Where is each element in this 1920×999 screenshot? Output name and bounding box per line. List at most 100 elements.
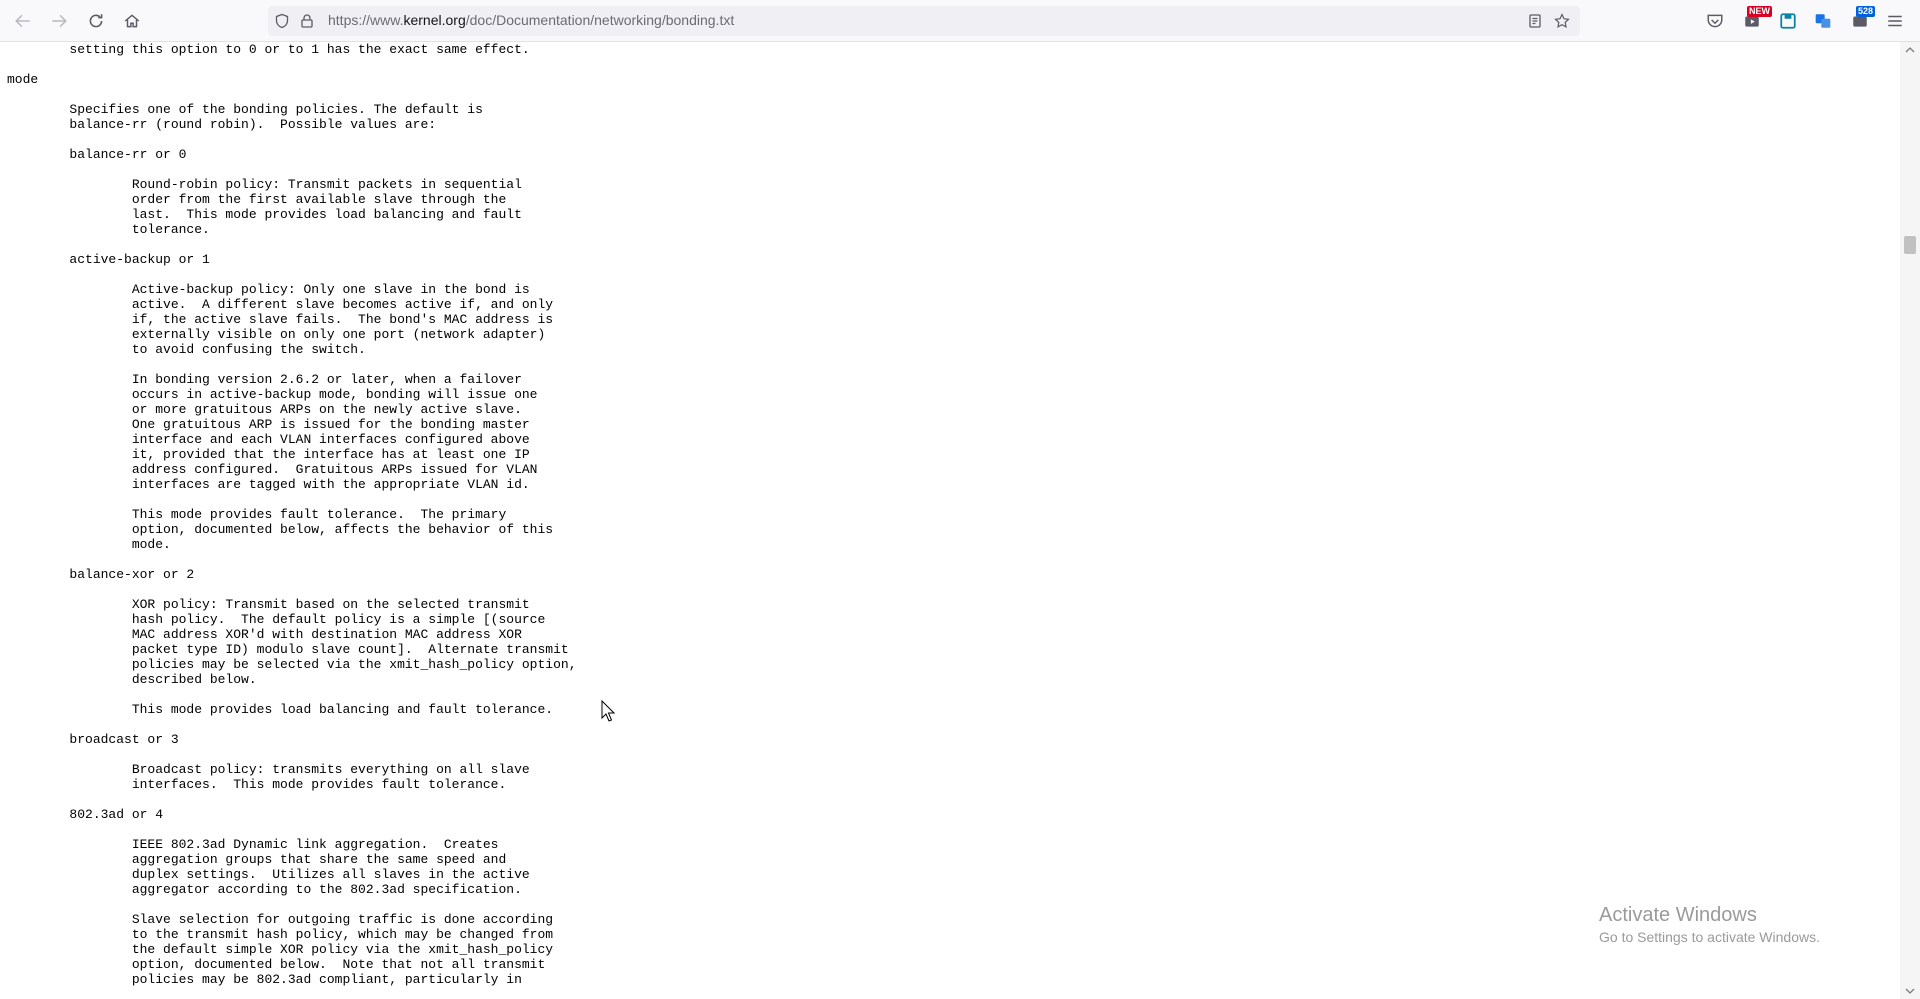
- document-line: [7, 267, 577, 282]
- url-bar[interactable]: https://www.kernel.org/doc/Documentation…: [268, 6, 1580, 36]
- document-line: [7, 792, 577, 807]
- mouse-pointer-icon: [601, 700, 615, 722]
- back-button[interactable]: [11, 9, 35, 33]
- document-line: [7, 237, 577, 252]
- arrow-right-icon: [52, 14, 67, 28]
- document-line: This mode provides fault tolerance. The …: [7, 507, 507, 522]
- browser-toolbar: https://www.kernel.org/doc/Documentation…: [0, 0, 1920, 42]
- document-line: Round-robin policy: Transmit packets in …: [7, 177, 522, 192]
- document-line: balance-rr or 0: [7, 147, 187, 162]
- document-line: policies may be selected via the xmit_ha…: [7, 657, 577, 672]
- count-badge: 528: [1856, 6, 1876, 17]
- extension-translate-button[interactable]: [1811, 9, 1835, 33]
- url-text[interactable]: https://www.kernel.org/doc/Documentation…: [328, 12, 734, 28]
- document-line: active-backup or 1: [7, 252, 210, 267]
- reload-icon: [89, 14, 103, 28]
- document-line: [7, 582, 577, 597]
- document-line: duplex settings. Utilizes all slaves in …: [7, 867, 530, 882]
- document-line: Slave selection for outgoing traffic is …: [7, 912, 554, 927]
- document-line: This mode provides load balancing and fa…: [7, 702, 554, 717]
- document-line: [7, 897, 577, 912]
- document-line: XOR policy: Transmit based on the select…: [7, 597, 530, 612]
- document-line: [7, 492, 577, 507]
- document-line: [7, 552, 577, 567]
- reader-view-icon[interactable]: [1526, 12, 1544, 30]
- pocket-icon: [1707, 14, 1723, 28]
- document-line: to avoid confusing the switch.: [7, 342, 366, 357]
- app-menu-button[interactable]: [1883, 9, 1907, 33]
- document-line: MAC address XOR'd with destination MAC a…: [7, 627, 522, 642]
- document-line: balance-rr (round robin). Possible value…: [7, 117, 437, 132]
- document-line: interfaces are tagged with the appropria…: [7, 477, 530, 492]
- document-line: occurs in active-backup mode, bonding wi…: [7, 387, 538, 402]
- document-line: aggregation groups that share the same s…: [7, 852, 507, 867]
- document-text: setting this option to 0 or to 1 has the…: [7, 42, 577, 987]
- document-line: Specifies one of the bonding policies. T…: [7, 102, 483, 117]
- document-line: hash policy. The default policy is a sim…: [7, 612, 546, 627]
- document-line: option, documented below, affects the be…: [7, 522, 554, 537]
- document-line: order from the first available slave thr…: [7, 192, 507, 207]
- extension-video-button[interactable]: NEW: [1740, 6, 1772, 33]
- document-line: interfaces. This mode provides fault tol…: [7, 777, 507, 792]
- document-line: policies may be 802.3ad compliant, parti…: [7, 972, 522, 987]
- document-line: [7, 357, 577, 372]
- page-content: setting this option to 0 or to 1 has the…: [0, 42, 1900, 999]
- document-line: to the transmit hash policy, which may b…: [7, 927, 554, 942]
- home-button[interactable]: [120, 9, 144, 33]
- save-extension-icon: [1780, 13, 1796, 29]
- lock-icon[interactable]: [298, 12, 316, 30]
- document-line: [7, 747, 577, 762]
- url-prefix: https://www.: [328, 12, 404, 28]
- document-line: packet type ID) modulo slave count]. Alt…: [7, 642, 569, 657]
- document-line: or more gratuitous ARPs on the newly act…: [7, 402, 522, 417]
- document-line: mode.: [7, 537, 171, 552]
- watermark-title: Activate Windows: [1599, 904, 1757, 926]
- document-line: interface and each VLAN interfaces confi…: [7, 432, 530, 447]
- document-line: active. A different slave becomes active…: [7, 297, 554, 312]
- activate-windows-watermark: Activate Windows Go to Settings to activ…: [1599, 903, 1820, 947]
- translate-extension-icon: [1815, 14, 1831, 28]
- document-line: [7, 822, 577, 837]
- document-line: the default simple XOR policy via the xm…: [7, 942, 554, 957]
- document-line: balance-xor or 2: [7, 567, 195, 582]
- document-line: [7, 132, 577, 147]
- vertical-scrollbar[interactable]: [1900, 42, 1920, 999]
- url-path: /doc/Documentation/networking/bonding.tx…: [465, 12, 735, 28]
- extension-save-button[interactable]: [1776, 9, 1800, 33]
- document-line: In bonding version 2.6.2 or later, when …: [7, 372, 522, 387]
- document-line: Active-backup policy: Only one slave in …: [7, 282, 530, 297]
- document-line: Broadcast policy: transmits everything o…: [7, 762, 530, 777]
- scroll-up-icon[interactable]: [1904, 44, 1916, 56]
- document-line: [7, 57, 577, 72]
- new-badge: NEW: [1747, 6, 1772, 17]
- document-line: [7, 717, 577, 732]
- tracking-shield-icon[interactable]: [273, 12, 291, 30]
- forward-button[interactable]: [47, 9, 71, 33]
- url-host: kernel.org: [403, 12, 466, 28]
- document-line: externally visible on only one port (net…: [7, 327, 546, 342]
- document-line: mode: [7, 72, 39, 87]
- pocket-button[interactable]: [1703, 9, 1727, 33]
- reload-button[interactable]: [84, 9, 108, 33]
- document-line: 802.3ad or 4: [7, 807, 164, 822]
- document-line: [7, 687, 577, 702]
- document-line: described below.: [7, 672, 257, 687]
- document-line: One gratuitous ARP is issued for the bon…: [7, 417, 530, 432]
- document-line: tolerance.: [7, 222, 210, 237]
- document-line: [7, 162, 577, 177]
- extension-counter-button[interactable]: 528: [1848, 6, 1876, 33]
- document-line: IEEE 802.3ad Dynamic link aggregation. C…: [7, 837, 499, 852]
- document-line: last. This mode provides load balancing …: [7, 207, 522, 222]
- document-line: option, documented below. Note that not …: [7, 957, 546, 972]
- home-icon: [124, 14, 140, 28]
- document-line: aggregator according to the 802.3ad spec…: [7, 882, 522, 897]
- document-line: [7, 87, 577, 102]
- scroll-thumb[interactable]: [1904, 236, 1916, 254]
- scroll-down-icon[interactable]: [1904, 985, 1916, 997]
- document-line: broadcast or 3: [7, 732, 179, 747]
- document-line: setting this option to 0 or to 1 has the…: [7, 42, 530, 57]
- document-line: if, the active slave fails. The bond's M…: [7, 312, 554, 327]
- document-line: address configured. Gratuitous ARPs issu…: [7, 462, 538, 477]
- hamburger-menu-icon: [1888, 15, 1902, 27]
- bookmark-star-icon[interactable]: [1553, 12, 1571, 30]
